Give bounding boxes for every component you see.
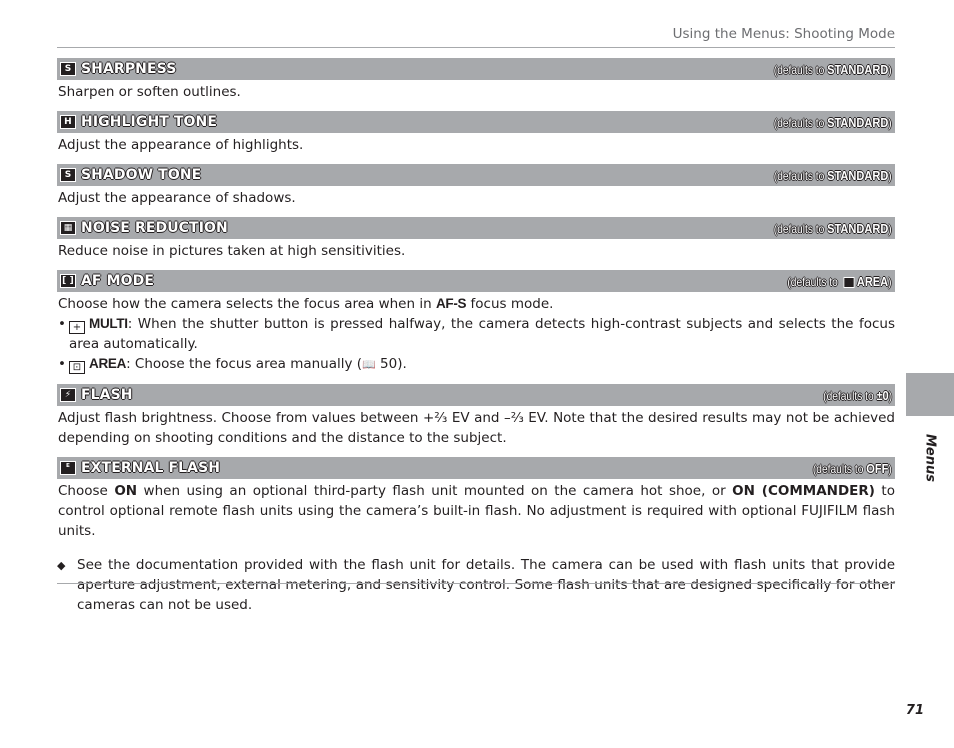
section-title: SHARPNESS [81,61,177,77]
section-body: Choose ON when using an optional third-p… [58,483,895,539]
section-title: EXTERNAL FLASH [81,460,221,476]
default-value: (defaults to STANDARD) [774,220,892,236]
flash-compensation-icon: ⚡ [60,388,76,402]
section-body: Adjust flash brightness. Choose from val… [58,410,895,446]
section-title: HIGHLIGHT TONE [81,114,218,130]
bottom-rule [57,583,895,584]
external-flash-icon: ᴱ [60,461,76,475]
book-reference-icon: 📖 [362,358,376,371]
sharpness-icon: S [60,62,76,76]
note: ◆ See the documentation provided with th… [57,555,895,615]
section-header-shadow-tone: S SHADOW TONE (defaults to STANDARD) [57,164,895,186]
highlight-tone-icon: H [60,115,76,129]
area-icon [843,276,855,288]
default-value: (defaults to STANDARD) [774,61,892,77]
section-header-noise-reduction: ▦ NOISE REDUCTION (defaults to STANDARD) [57,217,895,239]
af-mode-options: +MULTI: When the shutter button is press… [57,314,895,375]
section-title: FLASH [81,387,133,403]
note-tag-icon: ◆ [57,559,66,572]
side-tab [906,373,954,416]
list-item: +MULTI: When the shutter button is press… [57,314,895,354]
running-head: Using the Menus: Shooting Mode [672,26,895,42]
list-item: ⊡AREA: Choose the focus area manually (📖… [57,354,895,375]
section-title: SHADOW TONE [81,167,202,183]
multi-icon: + [69,321,85,334]
section-header-highlight-tone: H HIGHLIGHT TONE (defaults to STANDARD) [57,111,895,133]
section-body: Adjust the appearance of shadows. [58,190,296,206]
section-body: Adjust the appearance of highlights. [58,137,304,153]
area-icon: ⊡ [69,361,85,374]
section-header-sharpness: S SHARPNESS (defaults to STANDARD) [57,58,895,80]
section-header-flash: ⚡ FLASH (defaults to ±0) [57,384,895,406]
af-mode-icon: [ ] [60,274,76,288]
section-title: AF MODE [81,273,154,289]
page-content: S SHARPNESS (defaults to STANDARD) Sharpe… [57,58,895,615]
default-value: (defaults to AREA) [787,273,892,289]
section-header-af-mode: [ ] AF MODE (defaults to AREA) [57,270,895,292]
section-body: Sharpen or soften outlines. [58,84,241,100]
note-text: See the documentation provided with the … [77,557,895,613]
default-value: (defaults to STANDARD) [774,167,892,183]
noise-reduction-icon: ▦ [60,221,76,235]
shadow-tone-icon: S [60,168,76,182]
side-tab-label: Menus [922,433,938,483]
section-header-external-flash: ᴱ EXTERNAL FLASH (defaults to OFF) [57,457,895,479]
section-title: NOISE REDUCTION [81,220,228,236]
section-body: Reduce noise in pictures taken at high s… [58,243,406,259]
page-number: 71 [905,703,924,718]
top-rule [57,47,895,48]
default-value: (defaults to OFF) [813,460,892,476]
section-body: Choose how the camera selects the focus … [58,296,554,312]
default-value: (defaults to ±0) [823,387,892,403]
default-value: (defaults to STANDARD) [774,114,892,130]
